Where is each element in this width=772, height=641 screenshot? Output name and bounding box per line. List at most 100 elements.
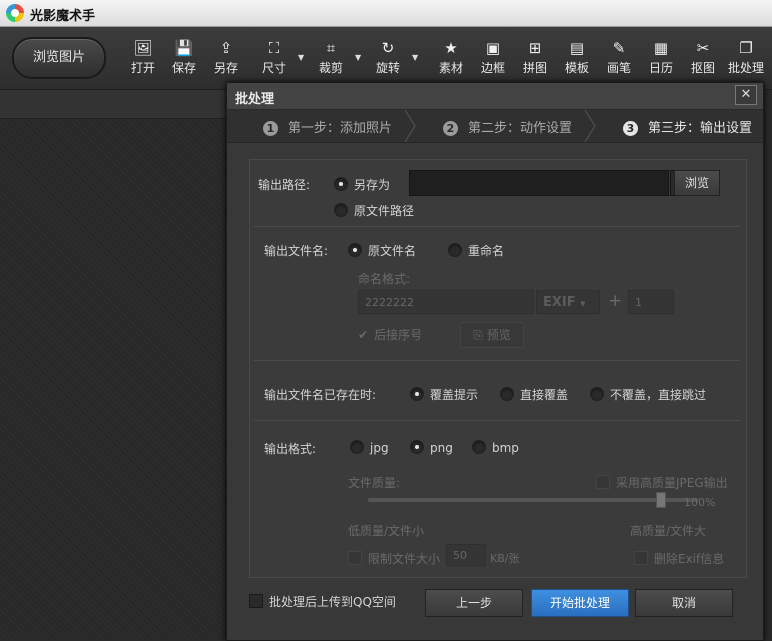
brush-button[interactable]: ✎ 画笔 <box>599 37 639 83</box>
radio-dot <box>334 177 348 191</box>
radio-overwrite-prompt[interactable]: 覆盖提示 <box>410 386 478 403</box>
radio-dot <box>410 387 424 401</box>
output-path-label: 输出路径: <box>258 178 311 192</box>
radio-dot <box>334 203 348 217</box>
radio-rename[interactable]: 重命名 <box>448 242 504 259</box>
resize-button[interactable]: ⛶ 尺寸 <box>254 37 294 83</box>
crop-button[interactable]: ⌗ 裁剪 <box>311 37 351 83</box>
cancel-button[interactable]: 取消 <box>635 589 733 617</box>
rotate-dropdown-caret-icon[interactable]: ▼ <box>412 53 418 62</box>
step-3[interactable]: 3 第三步：输出设置 <box>623 117 752 136</box>
template-button[interactable]: ▤ 模板 <box>557 37 597 83</box>
save-button[interactable]: 💾 保存 <box>164 37 204 83</box>
main-toolbar: 浏览图片 🖼 打开 💾 保存 ⇪ 另存 ⛶ 尺寸 ▼ ⌗ 裁剪 ▼ ↻ 旋转 ▼… <box>0 27 772 90</box>
border-button[interactable]: ▣ 边框 <box>473 37 513 83</box>
file-quality-label: 文件质量: <box>348 476 401 490</box>
radio-png[interactable]: png <box>410 440 453 455</box>
checkbox-box <box>596 475 610 489</box>
radio-jpg[interactable]: jpg <box>350 440 389 455</box>
output-settings-panel: 输出路径: 另存为 ▼ 浏览 原文件路径 输出文件名: 原文件名 重命名 命名格… <box>249 159 747 578</box>
size-unit-label: KB/张 <box>490 552 520 565</box>
batch-dialog: 批处理 ✕ 1 第一步：添加照片 2 第二步：动作设置 3 第三步：输出设置 输出路径… <box>226 82 764 641</box>
checkbox-box <box>249 594 263 608</box>
open-button[interactable]: 🖼 打开 <box>123 37 163 83</box>
step-1[interactable]: 1 第一步：添加照片 <box>263 117 392 136</box>
hq-jpeg-checkbox[interactable]: 采用高质量JPEG输出 <box>596 474 728 491</box>
limit-size-checkbox[interactable]: 限制文件大小 <box>348 550 440 567</box>
size-limit-input[interactable]: 50 <box>446 544 486 566</box>
open-image-icon: 🖼 <box>133 39 153 57</box>
divider <box>254 420 740 421</box>
crop-dropdown-caret-icon[interactable]: ▼ <box>355 53 361 62</box>
step-separator-icon <box>584 110 596 142</box>
exif-dropdown[interactable]: EXIF ▼ <box>536 290 600 314</box>
rotate-button[interactable]: ↻ 旋转 <box>368 37 408 83</box>
resize-dropdown-caret-icon[interactable]: ▼ <box>298 53 304 62</box>
cutout-icon: ✂ <box>696 39 710 57</box>
template-icon: ▤ <box>569 39 585 57</box>
output-filename-label: 输出文件名: <box>264 244 329 258</box>
high-quality-label: 高质量/文件大 <box>630 524 707 538</box>
radio-original-path[interactable]: 原文件路径 <box>334 202 414 219</box>
plus-icon: + <box>608 291 623 311</box>
naming-format-label: 命名格式: <box>358 272 411 286</box>
checkbox-box <box>348 551 362 565</box>
divider <box>254 360 740 361</box>
dialog-title-bar: 批处理 ✕ <box>227 83 763 110</box>
preview-button[interactable]: ⎘ 预览 <box>460 322 524 348</box>
calendar-icon: ▦ <box>653 39 669 57</box>
radio-original-filename[interactable]: 原文件名 <box>348 242 416 259</box>
output-format-label: 输出格式: <box>264 442 317 456</box>
radio-dot <box>350 440 364 454</box>
batch-button[interactable]: ❐ 批处理 <box>724 37 768 83</box>
start-batch-button[interactable]: 开始批处理 <box>531 589 629 617</box>
material-icon: ★ <box>444 39 458 57</box>
radio-dot <box>448 243 462 257</box>
previous-step-button[interactable]: 上一步 <box>425 589 523 617</box>
batch-icon: ❐ <box>739 39 753 57</box>
border-icon: ▣ <box>485 39 501 57</box>
radio-save-as[interactable]: 另存为 <box>334 176 390 193</box>
radio-dot <box>410 440 424 454</box>
suffix-sequence-checkbox[interactable]: ✔ 后接序号 <box>358 326 422 343</box>
title-bar: 光影魔术手 <box>0 0 772 27</box>
radio-dot <box>500 387 514 401</box>
calendar-button[interactable]: ▦ 日历 <box>641 37 681 83</box>
quality-slider-track[interactable] <box>368 498 698 502</box>
radio-skip[interactable]: 不覆盖，直接跳过 <box>590 386 706 403</box>
radio-overwrite-direct[interactable]: 直接覆盖 <box>500 386 568 403</box>
close-icon[interactable]: ✕ <box>735 85 757 105</box>
divider <box>254 226 740 227</box>
material-button[interactable]: ★ 素材 <box>431 37 471 83</box>
output-path-input[interactable] <box>409 170 669 196</box>
save-icon: 💾 <box>174 39 194 57</box>
remove-exif-checkbox[interactable]: 删除Exif信息 <box>634 550 724 567</box>
browse-images-button[interactable]: 浏览图片 <box>12 37 106 79</box>
image-canvas <box>0 119 230 639</box>
rotate-icon: ↻ <box>381 39 395 57</box>
browse-path-button[interactable]: 浏览 <box>674 170 720 196</box>
quality-slider-thumb[interactable] <box>656 492 666 508</box>
radio-bmp[interactable]: bmp <box>472 440 519 455</box>
app-logo-icon <box>6 4 24 22</box>
cutout-button[interactable]: ✂ 抠图 <box>683 37 723 83</box>
radio-dot <box>472 440 486 454</box>
step-separator-icon <box>404 110 416 142</box>
collage-icon: ⊞ <box>528 39 542 57</box>
file-exists-label: 输出文件名已存在时: <box>264 388 377 402</box>
radio-dot <box>590 387 604 401</box>
save-as-icon: ⇪ <box>219 39 233 57</box>
image-list-header <box>0 90 230 119</box>
upload-qq-checkbox[interactable]: 批处理后上传到QQ空间 <box>249 593 396 610</box>
save-as-button[interactable]: ⇪ 另存 <box>206 37 246 83</box>
resize-icon: ⛶ <box>268 39 280 57</box>
checkbox-box <box>634 551 648 565</box>
step-2[interactable]: 2 第二步：动作设置 <box>443 117 572 136</box>
chevron-down-icon: ▼ <box>580 300 586 308</box>
naming-format-input[interactable]: 2222222 <box>358 290 534 314</box>
crop-icon: ⌗ <box>326 39 336 57</box>
low-quality-label: 低质量/文件小 <box>348 524 425 538</box>
collage-button[interactable]: ⊞ 拼图 <box>515 37 555 83</box>
sequence-start-input[interactable]: 1 <box>628 290 674 314</box>
dialog-title: 批处理 <box>235 92 275 107</box>
